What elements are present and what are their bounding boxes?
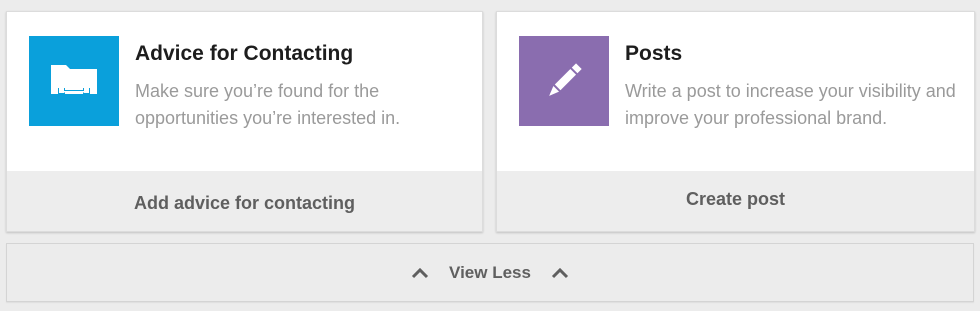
card-description: Make sure you’re found for the opportuni… xyxy=(135,81,401,128)
view-less-button[interactable]: View Less xyxy=(6,243,974,302)
view-less-label: View Less xyxy=(449,262,531,282)
chevron-up-icon xyxy=(411,267,429,278)
posts-icon-tile xyxy=(519,36,609,126)
add-advice-for-contacting-button[interactable]: Add advice for contacting xyxy=(7,171,482,231)
card-description: Write a post to increase your visibility… xyxy=(625,81,956,128)
card-title: Posts xyxy=(625,42,683,65)
create-post-button[interactable]: Create post xyxy=(497,171,974,231)
advice-icon-tile xyxy=(29,36,119,126)
advice-for-contacting-card: Advice for Contacting Make sure you’re f… xyxy=(6,11,483,232)
chevron-up-icon xyxy=(551,267,569,278)
posts-card: Posts Write a post to increase your visi… xyxy=(496,11,975,232)
pencil-icon xyxy=(549,63,582,96)
card-title: Advice for Contacting xyxy=(135,42,354,65)
folder-icon xyxy=(51,65,97,94)
